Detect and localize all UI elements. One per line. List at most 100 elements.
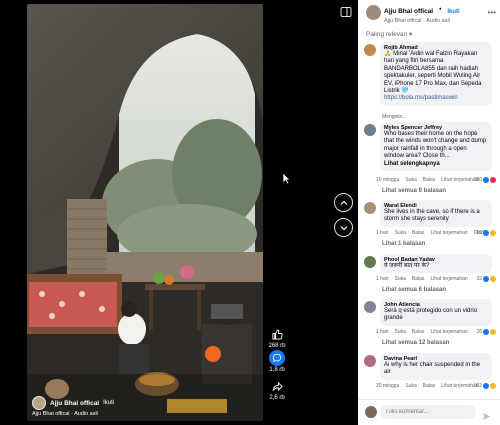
- video-viewer: Ajju Bhai offical Ikuti Ajju Bhai offica…: [0, 0, 358, 425]
- reply-button[interactable]: Balas: [412, 276, 425, 282]
- comment-bubble: Davina Pearl Ai why is her chair suspend…: [380, 353, 492, 380]
- author-name[interactable]: Ajju Bhai offical: [50, 400, 99, 407]
- like-comment-button[interactable]: Suka: [405, 177, 416, 183]
- comment-text: Ai why is her chair suspended in the air: [384, 362, 481, 376]
- comment-text: Será q está protegido con un vidrio gran…: [384, 308, 478, 322]
- video-frame-image: [27, 4, 263, 421]
- chevron-down-icon: [340, 225, 347, 230]
- sort-label: Paling relevan: [366, 31, 408, 38]
- like-comment-button[interactable]: Suka: [395, 276, 406, 282]
- commenter-avatar[interactable]: [364, 256, 376, 268]
- comment-icon[interactable]: [269, 350, 285, 366]
- reaction-count: 180: [473, 177, 482, 183]
- like-icon[interactable]: [269, 326, 285, 342]
- comment-actions: 1 hari Suka Balas Lihat terjemahan Diedi…: [376, 230, 486, 236]
- translate-button[interactable]: Lihat terjemahan: [430, 276, 467, 282]
- follow-link[interactable]: Ikuti: [103, 400, 114, 406]
- collapse-panel-button[interactable]: [340, 5, 352, 17]
- comment-reactions[interactable]: 32: [476, 276, 496, 282]
- comment-meta-status: Mengelin...: [382, 114, 407, 120]
- comment-text: She lives in the cave, so if there is a …: [384, 209, 480, 223]
- comment-actions: 1 hari Suka Balas Lihat terjemahan: [376, 276, 468, 282]
- haha-reaction-icon: [490, 276, 496, 282]
- comment-input[interactable]: [380, 405, 476, 419]
- view-replies-link[interactable]: Lihat 1 balasan: [382, 241, 425, 247]
- video-author-overlay: Ajju Bhai offical Ikuti Ajju Bhai offica…: [32, 396, 232, 417]
- next-video-button[interactable]: [334, 218, 353, 237]
- comment-actions: 20 minggu Suka Balas Lihat terjemahan: [376, 383, 479, 389]
- translate-button[interactable]: Lihat terjemahan: [430, 230, 467, 236]
- more-options-icon[interactable]: •••: [488, 8, 496, 17]
- comment-actions: 1 hari Suka Balas Lihat terjemahan: [376, 329, 468, 335]
- comment-time: 10 minggu: [376, 177, 400, 183]
- comment-time: 1 hari: [376, 329, 389, 335]
- like-count: 268 rb: [268, 343, 286, 349]
- share-count: 2,6 rb: [269, 395, 285, 401]
- send-icon[interactable]: [482, 408, 491, 425]
- view-replies-link[interactable]: Lihat semua 9 balasan: [382, 188, 446, 194]
- comment-bubble: Phool Badan Yadav ये जरूरी बात पर के?: [380, 254, 492, 274]
- share-action[interactable]: 2,6 rb: [265, 378, 289, 401]
- audio-label[interactable]: Ajju Bhai offical · Audio asli: [384, 18, 460, 24]
- comment-time: 20 minggu: [376, 383, 400, 389]
- comment-text: Who bases their home on the hope that th…: [384, 131, 487, 160]
- author-avatar[interactable]: [366, 4, 381, 20]
- follow-link[interactable]: Ikuti: [447, 9, 459, 15]
- commenter-avatar[interactable]: [364, 202, 376, 214]
- commenter-avatar[interactable]: [364, 301, 376, 313]
- reply-button[interactable]: Balas: [412, 329, 425, 335]
- comments-panel: Ajju Bhai offical · Ikuti Ajju Bhai offi…: [358, 0, 500, 425]
- commenter-avatar[interactable]: [364, 355, 376, 367]
- comment-reactions[interactable]: 180: [474, 177, 496, 183]
- comment-reactions[interactable]: 26: [476, 329, 496, 335]
- sidebar-toggle-icon: [340, 7, 352, 17]
- reaction-count: 102: [473, 383, 482, 389]
- share-icon[interactable]: [269, 378, 285, 394]
- comment-reactions[interactable]: 102: [474, 383, 496, 389]
- sort-dropdown[interactable]: Paling relevan ▾: [358, 24, 500, 42]
- comment-actions: 10 minggu Suka Balas Lihat terjemahan: [376, 177, 479, 183]
- previous-video-button[interactable]: [334, 193, 353, 212]
- like-reaction-icon: [483, 383, 489, 389]
- chevron-up-icon: [340, 200, 347, 205]
- like-reaction-icon: [483, 230, 489, 236]
- see-more-link[interactable]: Lihat selengkapnya: [384, 161, 488, 168]
- panel-header: Ajju Bhai offical · Ikuti Ajju Bhai offi…: [358, 0, 500, 24]
- mouse-cursor-icon: [282, 172, 291, 190]
- reaction-count: 32: [476, 276, 482, 282]
- like-action[interactable]: 268 rb: [265, 326, 289, 349]
- author-name[interactable]: Ajju Bhai offical: [384, 8, 433, 15]
- author-avatar[interactable]: [32, 396, 46, 410]
- haha-reaction-icon: [490, 230, 496, 236]
- like-comment-button[interactable]: Suka: [395, 329, 406, 335]
- comment-bubble: Waral Elendi She lives in the cave, so i…: [380, 200, 492, 227]
- like-comment-button[interactable]: Suka: [405, 383, 416, 389]
- comment-composer: [358, 399, 500, 425]
- video-player[interactable]: [27, 4, 263, 421]
- comment-time: 1 hari: [376, 276, 389, 282]
- haha-reaction-icon: [490, 383, 496, 389]
- haha-reaction-icon: [490, 329, 496, 335]
- comment-time: 1 hari: [376, 230, 389, 236]
- like-reaction-icon: [483, 329, 489, 335]
- commenter-avatar[interactable]: [364, 44, 376, 56]
- comment-bubble: John Atiencia Será q está protegido con …: [380, 299, 492, 326]
- translate-button[interactable]: Lihat terjemahan: [430, 329, 467, 335]
- like-reaction-icon: [483, 177, 489, 183]
- view-replies-link[interactable]: Lihat semua 12 balasan: [382, 340, 449, 346]
- comment-link[interactable]: https://bola.ms/pastimaswin: [384, 95, 488, 102]
- reply-button[interactable]: Balas: [412, 230, 425, 236]
- audio-label[interactable]: Ajju Bhai offical · Audio asli: [32, 411, 232, 417]
- reply-button[interactable]: Balas: [423, 383, 436, 389]
- comment-action[interactable]: 1,8 rb: [265, 350, 289, 373]
- love-reaction-icon: [490, 177, 496, 183]
- like-comment-button[interactable]: Suka: [395, 230, 406, 236]
- reaction-count: 69: [476, 230, 482, 236]
- comment-text: ये जरूरी बात पर के?: [384, 263, 430, 269]
- view-replies-link[interactable]: Lihat semua 6 balasan: [382, 287, 446, 293]
- comment-reactions[interactable]: 69: [476, 230, 496, 236]
- commenter-avatar[interactable]: [364, 124, 376, 136]
- comment-meta: Mengelin...: [382, 114, 406, 120]
- comment-count: 1,8 rb: [269, 367, 285, 373]
- reply-button[interactable]: Balas: [423, 177, 436, 183]
